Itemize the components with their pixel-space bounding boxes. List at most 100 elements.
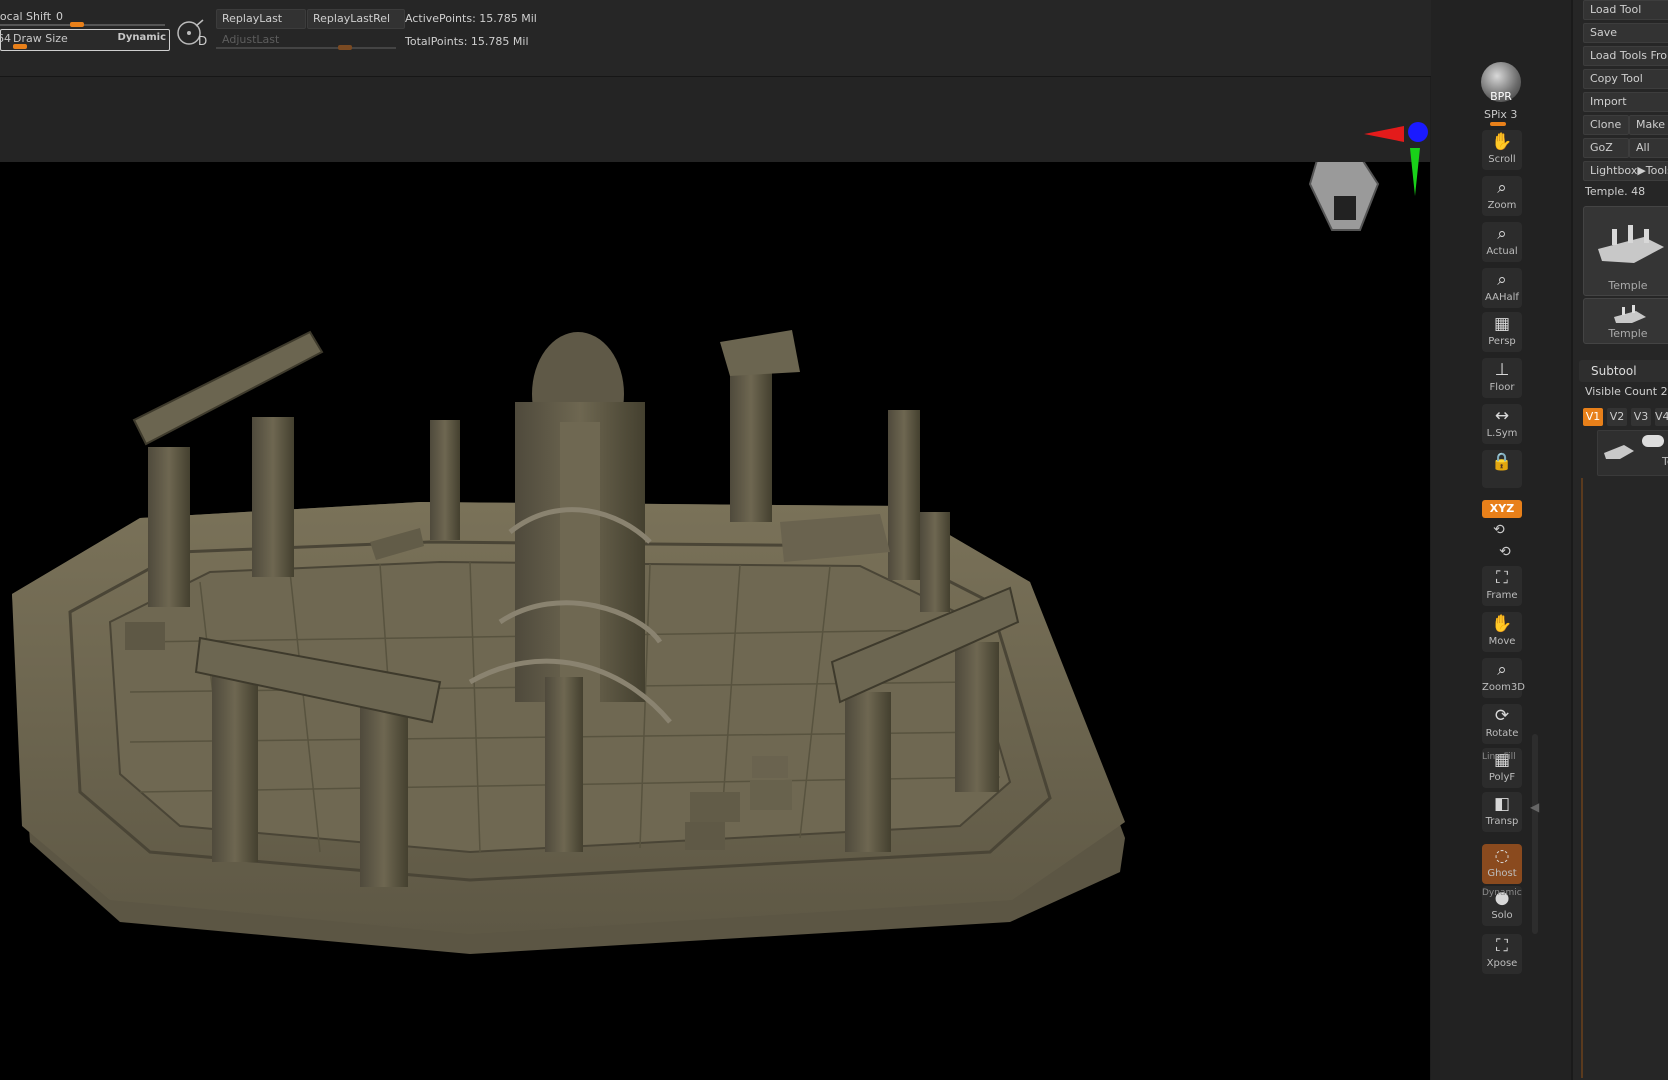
visible-count-label[interactable]: Visible Count 2 [1585, 385, 1668, 398]
subtool-thumb-icon [1604, 445, 1634, 459]
temple-small-thumb-icon [1614, 305, 1646, 323]
shelf-button-label: Frame [1486, 590, 1518, 601]
version-v3-button[interactable]: V3 [1631, 408, 1651, 426]
rotate-z-icon[interactable]: ⟲ [1499, 544, 1511, 560]
hand-icon: ✋ [1491, 132, 1513, 152]
persp-icon: ▦ [1493, 314, 1511, 334]
shelf-button-zoom[interactable]: ⌕ Zoom [1482, 176, 1522, 216]
line-fill-label: Line Fill [1482, 752, 1516, 762]
transp-icon: ◧ [1493, 794, 1511, 814]
shelf-button-label: Rotate [1485, 728, 1519, 739]
shelf-button-lsym[interactable]: ↔ L.Sym [1482, 404, 1522, 444]
collapse-arrow-icon[interactable]: ◀ [1530, 800, 1539, 814]
draw-size-knob[interactable] [13, 44, 27, 49]
replay-last-rel-button[interactable]: ReplayLastRel [307, 9, 405, 29]
ghost-icon: ◌ [1494, 846, 1510, 866]
subtool-name: Te [1662, 455, 1668, 468]
shelf-button-xpose[interactable]: ⛶ Xpose [1482, 934, 1522, 974]
replay-last-button[interactable]: ReplayLast [216, 9, 306, 29]
focal-shift-slider[interactable]: Focal Shift 0 [0, 8, 165, 27]
temple-thumb-icon [1598, 225, 1664, 263]
shelf-button-label: Actual [1486, 246, 1518, 257]
shelf-button-persp[interactable]: ▦ Persp [1482, 312, 1522, 352]
xpose-icon: ⛶ [1496, 936, 1508, 956]
shelf-button-label: PolyF [1488, 772, 1516, 783]
dynamic-toggle[interactable]: Dynamic [118, 32, 166, 43]
shelf-button-aahalf[interactable]: ⌕ AAHalf [1482, 268, 1522, 308]
shelf-button-label: Persp [1488, 336, 1516, 347]
focal-shift-knob[interactable] [70, 22, 84, 27]
shelf-button-rotate[interactable]: ⟳ Rotate [1482, 704, 1522, 744]
lock-icon: 🔒 [1491, 452, 1513, 472]
shelf-button-zoom3d[interactable]: ⌕ Zoom3D [1482, 658, 1525, 698]
draw-size-slider[interactable]: 64 Draw Size Dynamic [0, 29, 170, 51]
bpr-label: BPR [1490, 90, 1512, 103]
adjust-last-knob[interactable] [338, 45, 352, 50]
subtool-visibility-toggle[interactable] [1642, 435, 1664, 447]
tool-thumbnail-small[interactable]: Temple [1583, 298, 1668, 344]
shelf-button-label: Solo [1491, 910, 1513, 921]
shelf-button-floor[interactable]: ⊥ Floor [1482, 358, 1522, 398]
floor-icon: ⊥ [1494, 360, 1510, 380]
shelf-button-label: Scroll [1488, 154, 1516, 165]
load-tools-from-button[interactable]: Load Tools From [1583, 46, 1668, 66]
subtool-title: Subtool [1591, 364, 1637, 378]
shelf-scrollbar[interactable] [1532, 734, 1538, 934]
active-points-readout: ActivePoints: 15.785 Mil [405, 12, 537, 25]
subtool-list-item[interactable]: Te [1597, 430, 1668, 476]
temple-model [12, 162, 1380, 954]
xyz-label: XYZ [1489, 502, 1515, 515]
draw-size-value: 64 [0, 32, 11, 45]
canvas-viewport[interactable] [0, 162, 1430, 1080]
tool-thumbnail-large[interactable]: Temple [1583, 206, 1668, 296]
focal-shift-value: 0 [56, 10, 63, 23]
goz-button[interactable]: GoZ [1583, 138, 1629, 158]
adjust-last-label: AdjustLast [222, 33, 280, 46]
spix-label[interactable]: SPix 3 [1484, 108, 1517, 121]
rotate-y-icon[interactable]: ⟲ [1493, 522, 1505, 538]
shelf-button-label: Move [1488, 636, 1516, 647]
lock-camera-button[interactable]: 🔒 [1482, 450, 1522, 488]
spix-slider-knob[interactable] [1490, 122, 1506, 126]
axis-gizmo[interactable] [1360, 118, 1430, 198]
xyz-symmetry-button[interactable]: XYZ [1482, 500, 1522, 518]
subtool-scroll-track[interactable] [1581, 478, 1583, 1078]
toolbar-band [0, 77, 1430, 162]
rotate-icon: ⟳ [1494, 706, 1510, 726]
shelf-button-ghost[interactable]: ◌ Ghost [1482, 844, 1522, 884]
lazy-key-label: D [198, 34, 208, 48]
shelf-button-scroll[interactable]: ✋ Scroll [1482, 130, 1522, 170]
tool-thumb-label: Temple [1608, 279, 1648, 292]
solo-dynamic-label: Dynamic [1482, 888, 1522, 898]
import-button[interactable]: Import [1583, 92, 1668, 112]
zoom-icon: ⌕ [1497, 178, 1507, 198]
save-tool-button[interactable]: Save [1583, 23, 1668, 43]
goz-all-button[interactable]: All [1629, 138, 1668, 158]
frame-icon: ⛶ [1496, 568, 1508, 588]
shelf-button-transp[interactable]: ◧ Transp [1482, 792, 1522, 832]
shelf-button-label: Transp [1485, 816, 1519, 827]
tool-small-thumb-label: Temple [1608, 327, 1648, 340]
shelf-button-actual[interactable]: ⌕ Actual [1482, 222, 1522, 262]
version-v4-button[interactable]: V4 [1655, 408, 1668, 426]
version-v1-button[interactable]: V1 [1583, 408, 1603, 426]
top-toolbar: Focal Shift 0 64 Draw Size Dynamic D Rep… [0, 0, 1570, 77]
clone-button[interactable]: Clone [1583, 115, 1629, 135]
copy-tool-button[interactable]: Copy Tool [1583, 69, 1668, 89]
shelf-button-label: Zoom [1487, 200, 1517, 211]
load-tool-button[interactable]: Load Tool [1583, 0, 1668, 20]
actual-icon: ⌕ [1497, 224, 1507, 244]
total-points-readout: TotalPoints: 15.785 Mil [405, 35, 529, 48]
version-v2-button[interactable]: V2 [1607, 408, 1627, 426]
lightbox-tools-button[interactable]: Lightbox▶Tools [1583, 161, 1668, 181]
shelf-button-frame[interactable]: ⛶ Frame [1482, 566, 1522, 606]
subtool-header[interactable]: Subtool [1579, 360, 1668, 382]
aahalf-icon: ⌕ [1497, 270, 1507, 290]
bpr-button[interactable]: BPR [1481, 62, 1521, 103]
shelf-button-label: Xpose [1486, 958, 1518, 969]
move-icon: ✋ [1491, 614, 1513, 634]
shelf-button-move[interactable]: ✋ Move [1482, 612, 1522, 652]
shelf-button-label: Ghost [1487, 868, 1517, 879]
shelf-button-label: L.Sym [1486, 428, 1518, 439]
make-polymesh-button[interactable]: Make P [1629, 115, 1668, 135]
